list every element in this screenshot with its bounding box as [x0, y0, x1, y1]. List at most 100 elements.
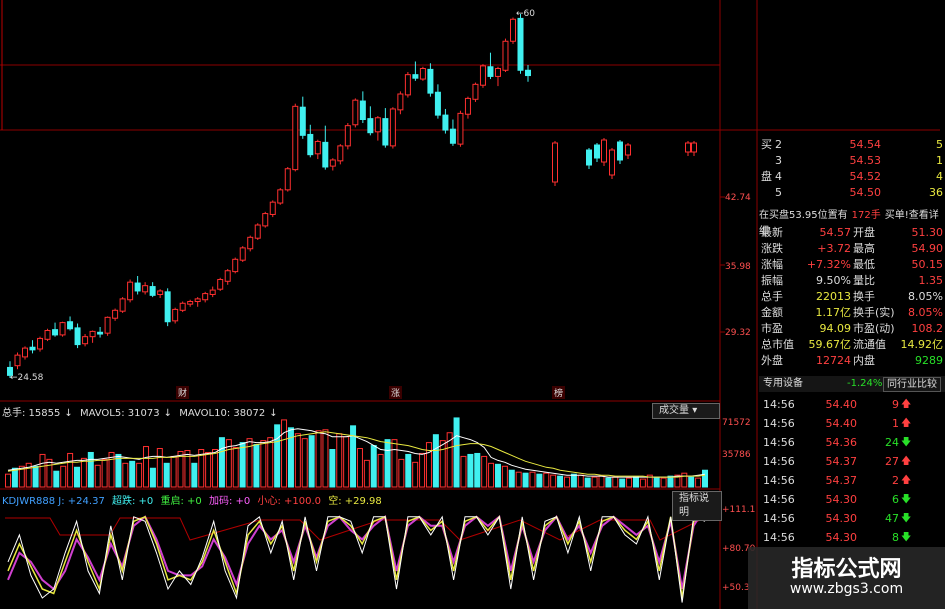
order-book-volume: 1 [936, 154, 943, 167]
candle-body [472, 83, 479, 100]
order-book-price: 54.53 [849, 154, 882, 167]
tick-row[interactable]: 14:56 54.36 24 🡇 [759, 434, 945, 452]
quote-label: 最低 [853, 258, 875, 271]
candle-body [509, 18, 516, 42]
quote-row: 涨幅 +7.32% 最低 50.15 [759, 258, 945, 272]
quote-value: 108.2 [911, 322, 944, 335]
volume-bar [660, 477, 667, 488]
candle-body [74, 327, 81, 346]
candle-body [172, 308, 179, 322]
volume-bar [294, 433, 301, 488]
marker-bang[interactable]: 榜 [552, 386, 566, 399]
volume-bar [274, 424, 281, 488]
quote-label: 最高 [853, 242, 875, 255]
indicator-item-chongqi: 重启: +0 [160, 496, 202, 507]
indicator-item-chaodie: 超跌: +0 [112, 496, 154, 507]
volume-bar [5, 473, 11, 488]
indicator-item-jiama: 加码: +0 [208, 496, 251, 507]
candle-body [89, 330, 96, 338]
tick-row[interactable]: 14:56 54.40 1 🡅 [759, 415, 945, 433]
tick-row[interactable]: 14:56 54.30 47 🡇 [759, 510, 945, 528]
candle-body [179, 302, 186, 311]
volume-bar [329, 449, 336, 488]
quote-value: 59.67亿 [808, 338, 852, 351]
stock-terminal: ←60 ←24.58 42.74 35.98 29.32 财 涨 榜 总手: 1… [0, 0, 945, 609]
quote-label: 总手 [761, 290, 783, 303]
indicator-name[interactable]: KDJWR888 J: +24.37 [2, 496, 105, 507]
candle-body [552, 142, 558, 183]
volume-bar [391, 439, 398, 488]
candle-body [232, 258, 239, 273]
volume-bar [253, 444, 260, 488]
sector-name[interactable]: 专用设备 [763, 378, 803, 389]
quote-value: 1.35 [918, 274, 944, 287]
volume-bar [94, 464, 101, 488]
marker-zhang[interactable]: 涨 [389, 386, 403, 399]
volume-bar [557, 475, 564, 488]
indicator-header: KDJWR888 J: +24.37 超跌: +0 重启: +0 加码: +0 … [2, 492, 386, 507]
tick-time: 14:56 [763, 417, 795, 430]
volume-indicator-button[interactable]: 成交量 ▾ [652, 403, 720, 419]
candle-body [262, 213, 269, 227]
peer-compare-button[interactable]: 同行业比较 [883, 377, 941, 392]
order-book-row[interactable]: 盘 4 54.52 4 [759, 170, 945, 184]
tick-row[interactable]: 14:56 54.40 9 🡅 [759, 396, 945, 414]
volume-bar [101, 458, 108, 488]
quote-panel: 买 2 54.54 5 3 54.53 1 盘 4 54.52 4 5 54.50 36 在买盘53.95… [759, 138, 945, 609]
order-book-volume: 36 [929, 186, 943, 199]
order-book-side: 盘 [761, 170, 772, 183]
volume-bar [370, 445, 377, 488]
tick-row[interactable]: 14:56 54.37 27 🡅 [759, 453, 945, 471]
volume-bar [143, 446, 150, 488]
candle-body [59, 322, 66, 336]
candle-body [187, 301, 194, 305]
volume-bar [11, 467, 18, 488]
order-alert-bar[interactable]: 在买盘53.95位置有 172手 买单!查看详细 [759, 208, 945, 237]
sector-bar: 专用设备 -1.24% 同行业比较 [759, 376, 945, 392]
volume-bar [53, 470, 60, 488]
volume-bar [122, 462, 129, 488]
axis-price-1: 42.74 [725, 193, 751, 203]
tick-row[interactable]: 14:56 54.30 8 🡇 [759, 529, 945, 547]
quote-value: 94.09 [819, 322, 852, 335]
candle-body [164, 291, 171, 323]
candle-body [434, 91, 441, 116]
volume-bar [377, 453, 384, 488]
volume-bar [515, 471, 522, 488]
quote-label: 金额 [761, 306, 783, 319]
order-book-row[interactable]: 买 2 54.54 5 [759, 138, 945, 152]
volume-bar [598, 475, 605, 488]
arrow-down-icon: 🡇 [901, 437, 912, 448]
candle-body [254, 224, 261, 239]
quote-label: 流通值 [853, 338, 886, 351]
candle-body [419, 68, 426, 80]
volume-bar [322, 429, 329, 488]
quote-value: 9.50% [816, 274, 851, 287]
candle-body [142, 285, 149, 293]
volume-bar [87, 451, 94, 488]
volume-bar [494, 463, 501, 488]
candle-body [157, 290, 164, 295]
alert-volume: 172手 [851, 210, 881, 221]
candle-body [119, 298, 126, 312]
tick-time: 14:56 [763, 474, 795, 487]
tick-row[interactable]: 14:56 54.30 6 🡇 [759, 491, 945, 509]
candle-body [284, 168, 291, 191]
volume-axis-1: 71572 [722, 418, 751, 428]
volume-bar [467, 453, 474, 488]
candle-body [292, 105, 299, 171]
volume-bar [343, 436, 350, 488]
candle-body [194, 298, 201, 303]
quote-value: 22013 [816, 290, 851, 303]
quote-value: 51.30 [911, 226, 944, 239]
quote-label: 最新 [761, 226, 783, 239]
tick-row[interactable]: 14:56 54.37 2 🡅 [759, 472, 945, 490]
volume-bar [308, 435, 315, 488]
order-book-row[interactable]: 3 54.53 1 [759, 154, 945, 168]
marker-cai[interactable]: 财 [176, 386, 190, 399]
quote-row: 总手 22013 换手 8.05% [759, 290, 945, 304]
indicator-help-button[interactable]: 指标说明 [672, 491, 722, 521]
order-book-row[interactable]: 5 54.50 36 [759, 186, 945, 200]
candle-body [625, 144, 631, 156]
volume-bar [115, 453, 122, 488]
